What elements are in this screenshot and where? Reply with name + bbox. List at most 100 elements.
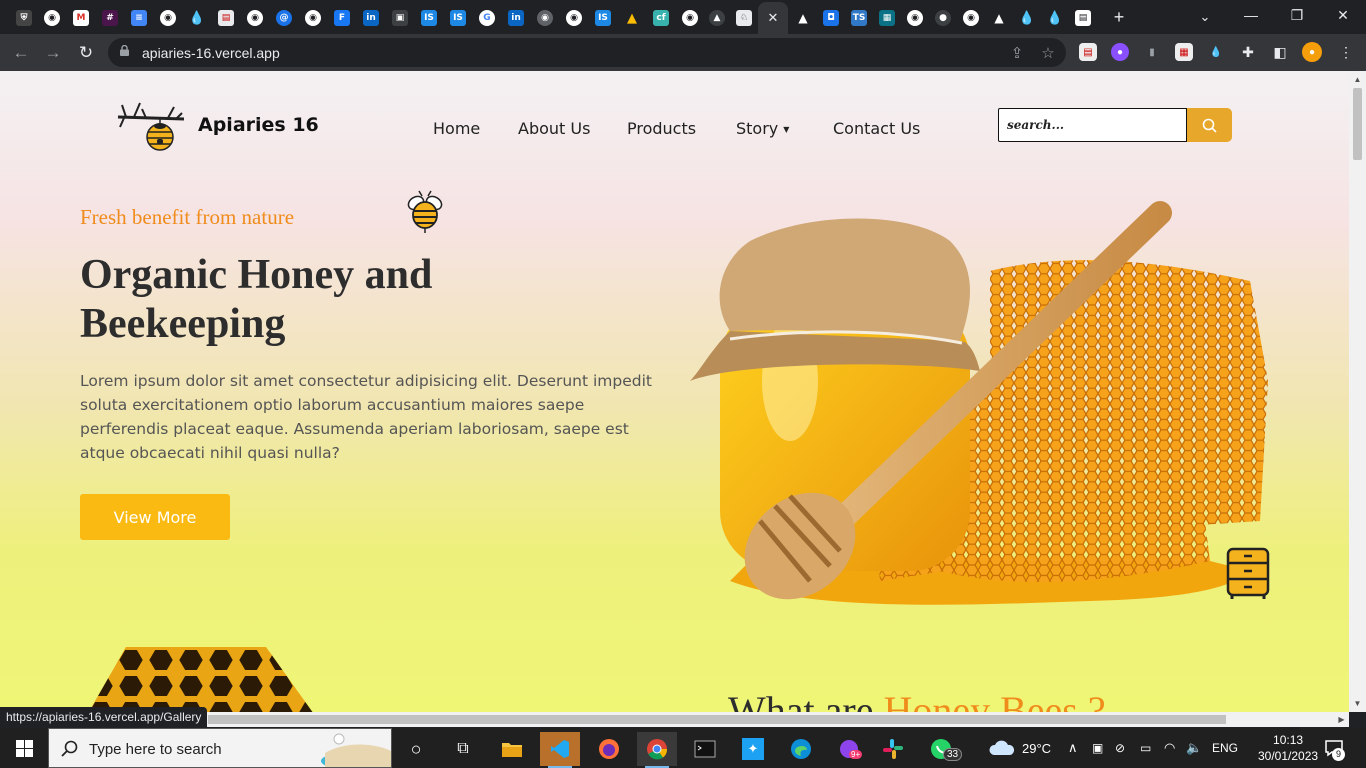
tab[interactable]: IS [444, 4, 472, 32]
battery-icon[interactable]: ▭ [1140, 728, 1151, 768]
nav-products[interactable]: Products [627, 119, 696, 138]
extension-icon[interactable]: ▦ [1175, 43, 1193, 61]
firefox-icon[interactable] [589, 732, 629, 766]
scroll-down-icon[interactable]: ▼ [1349, 695, 1366, 712]
network-off-icon[interactable]: ⊘ [1115, 728, 1125, 768]
tab[interactable]: ● [929, 4, 957, 32]
extension-icon[interactable]: ▮ [1143, 43, 1161, 61]
show-hidden-icons[interactable]: ∧ [1068, 728, 1078, 768]
address-bar[interactable]: apiaries-16.vercel.app ⇪ ☆ [108, 38, 1066, 67]
brand-name[interactable]: Apiaries 16 [198, 114, 319, 136]
tab[interactable]: ◉ [957, 4, 985, 32]
tab[interactable]: in [357, 4, 385, 32]
twitter-icon[interactable]: ✦ [733, 732, 773, 766]
edge-icon[interactable] [781, 732, 821, 766]
chrome-icon[interactable] [637, 732, 677, 768]
close-tab-icon[interactable]: ✕ [768, 10, 779, 26]
tab-active[interactable]: ✕ [758, 2, 788, 34]
volume-icon[interactable]: 🔈 [1186, 728, 1202, 768]
tab[interactable]: cf [647, 4, 675, 32]
tab[interactable]: ▲ [703, 4, 731, 32]
tab[interactable]: ◉ [676, 4, 704, 32]
scroll-up-icon[interactable]: ▲ [1349, 71, 1366, 88]
side-panel-icon[interactable]: ◧ [1271, 43, 1289, 61]
site-search-button[interactable] [1187, 108, 1232, 142]
tab[interactable]: 💧 [1041, 4, 1069, 32]
forward-icon[interactable]: → [40, 40, 66, 66]
tab[interactable]: ▤ [212, 4, 240, 32]
bookmark-star-icon[interactable]: ☆ [1037, 42, 1059, 64]
tab[interactable]: ▦ [873, 4, 901, 32]
tab[interactable]: M [67, 4, 95, 32]
profile-avatar[interactable]: ● [1302, 42, 1322, 62]
tab[interactable]: 💧 [1013, 4, 1041, 32]
tab[interactable]: ⛨ [10, 4, 38, 32]
tab[interactable]: IS [415, 4, 443, 32]
restore-icon[interactable]: ❐ [1274, 0, 1320, 30]
vertical-scrollbar[interactable]: ▲ ▼ [1349, 71, 1366, 712]
new-tab-button[interactable]: + [1107, 5, 1131, 29]
share-icon[interactable]: ⇪ [1006, 42, 1028, 64]
tab[interactable]: ▲ [789, 4, 817, 32]
logo-icon[interactable] [116, 97, 186, 153]
extension-icon[interactable]: ▤ [1079, 43, 1097, 61]
tab[interactable]: 💧 [183, 4, 211, 32]
tab[interactable]: ◉ [560, 4, 588, 32]
language-indicator[interactable]: ENG [1212, 728, 1238, 768]
windows-start-button[interactable] [4, 731, 44, 765]
tab[interactable]: ♘ [730, 4, 758, 32]
tab[interactable]: ◉ [154, 4, 182, 32]
nav-home[interactable]: Home [433, 119, 480, 138]
tab[interactable]: ◉ [901, 4, 929, 32]
file-explorer-icon[interactable] [492, 732, 532, 766]
tab[interactable]: IS [589, 4, 617, 32]
vscode-icon[interactable] [540, 732, 580, 768]
view-more-button[interactable]: View More [80, 494, 230, 540]
back-icon[interactable]: ← [8, 40, 34, 66]
nav-contact-us[interactable]: Contact Us [833, 119, 920, 138]
weather-widget[interactable]: 29°C [988, 728, 1051, 768]
tab[interactable]: # [96, 4, 124, 32]
taskbar-search[interactable]: Type here to search [48, 728, 392, 768]
minimize-icon[interactable]: — [1228, 0, 1274, 30]
close-window-icon[interactable]: ✕ [1320, 0, 1366, 30]
site-search-input[interactable] [999, 109, 1186, 141]
extension-icon[interactable]: 💧 [1207, 43, 1225, 61]
tab[interactable]: ▣ [386, 4, 414, 32]
extension-icon[interactable]: ● [1111, 43, 1129, 61]
vertical-scroll-thumb[interactable] [1353, 88, 1362, 160]
tab-search-icon[interactable]: ⌄ [1193, 5, 1217, 29]
messenger-icon[interactable]: 9+ [829, 732, 869, 766]
whatsapp-icon[interactable]: 33 [921, 732, 963, 766]
tab[interactable]: ▲ [985, 4, 1013, 32]
wifi-icon[interactable]: ◠ [1164, 728, 1175, 768]
tab[interactable]: ◉ [299, 4, 327, 32]
cortana-icon[interactable]: ○ [396, 732, 436, 766]
notifications-button[interactable]: 9 [1324, 728, 1345, 768]
tab[interactable]: ◘ [817, 4, 845, 32]
tab[interactable]: ◉ [38, 4, 66, 32]
meet-icon[interactable]: ▣ [1092, 728, 1103, 768]
slack-icon[interactable] [873, 732, 913, 766]
tab[interactable]: ≡ [125, 4, 153, 32]
tab[interactable]: @ [270, 4, 298, 32]
tab[interactable]: F [328, 4, 356, 32]
horizontal-scroll-thumb[interactable] [208, 715, 1226, 724]
tab[interactable]: G [473, 4, 501, 32]
nav-about-us[interactable]: About Us [518, 119, 590, 138]
scroll-right-icon[interactable]: ▶ [1334, 712, 1349, 727]
tab[interactable]: ▲ [618, 4, 646, 32]
tab[interactable]: ◉ [531, 4, 559, 32]
clock[interactable]: 10:13 30/01/2023 [1258, 728, 1318, 768]
nav-story[interactable]: Story ▼ [736, 119, 789, 138]
tab[interactable]: ▤ [1069, 4, 1097, 32]
task-view-icon[interactable]: ⧉ [443, 732, 483, 766]
reload-icon[interactable]: ↻ [73, 40, 99, 66]
tab[interactable]: in [502, 4, 530, 32]
robot-icon: ◘ [823, 10, 839, 26]
tab[interactable]: TS [845, 4, 873, 32]
menu-icon[interactable]: ⋮ [1337, 43, 1355, 61]
tab[interactable]: ◉ [241, 4, 269, 32]
puzzle-icon[interactable]: ✚ [1239, 43, 1257, 61]
terminal-icon[interactable] [685, 732, 725, 766]
